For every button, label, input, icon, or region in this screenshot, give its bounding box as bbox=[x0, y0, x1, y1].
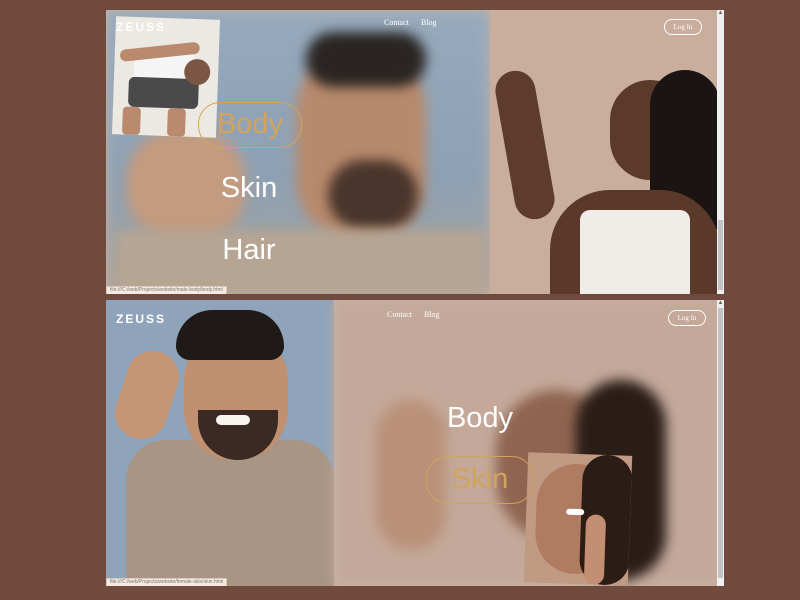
menu-item-body[interactable]: Body bbox=[198, 102, 302, 148]
browser-window-bottom: ZEUSS Contact Blog Log In Body Skin file… bbox=[106, 300, 724, 586]
status-url: file:///C:/web/Projects/website/male-bod… bbox=[106, 286, 227, 294]
nav-contact-link[interactable]: Contact bbox=[384, 18, 409, 27]
menu-item-hair[interactable]: Hair bbox=[198, 230, 300, 270]
male-hair-blur bbox=[306, 32, 426, 87]
brand-logo[interactable]: ZEUSS bbox=[116, 20, 166, 34]
login-button[interactable]: Log In bbox=[664, 19, 702, 35]
male-sweater-blur bbox=[116, 230, 486, 294]
nav-contact-link[interactable]: Contact bbox=[387, 310, 412, 319]
scrollbar[interactable]: ▲ bbox=[717, 10, 724, 294]
status-url: file:///C:/web/Projects/website/female-s… bbox=[106, 578, 228, 586]
scroll-up-icon[interactable]: ▲ bbox=[717, 10, 724, 17]
brand-logo[interactable]: ZEUSS bbox=[116, 312, 166, 326]
scrollbar-thumb[interactable] bbox=[718, 220, 723, 290]
male-portrait-photo bbox=[106, 300, 334, 586]
menu-item-skin[interactable]: Skin bbox=[426, 456, 534, 504]
menu-item-body[interactable]: Body bbox=[428, 398, 532, 438]
scrollbar[interactable]: ▲ bbox=[717, 300, 724, 586]
scroll-up-icon[interactable]: ▲ bbox=[717, 300, 724, 307]
login-button[interactable]: Log In bbox=[668, 310, 706, 326]
scrollbar-thumb[interactable] bbox=[718, 308, 723, 578]
nav-blog-link[interactable]: Blog bbox=[424, 310, 440, 319]
male-beard-blur bbox=[328, 160, 418, 230]
female-skincare-thumbnail bbox=[523, 452, 633, 586]
female-laughing-photo bbox=[490, 10, 724, 294]
nav-blog-link[interactable]: Blog bbox=[421, 18, 437, 27]
menu-item-skin[interactable]: Skin bbox=[198, 168, 300, 208]
browser-window-top: ZEUSS Contact Blog Log In Body Skin Hair… bbox=[106, 10, 724, 294]
